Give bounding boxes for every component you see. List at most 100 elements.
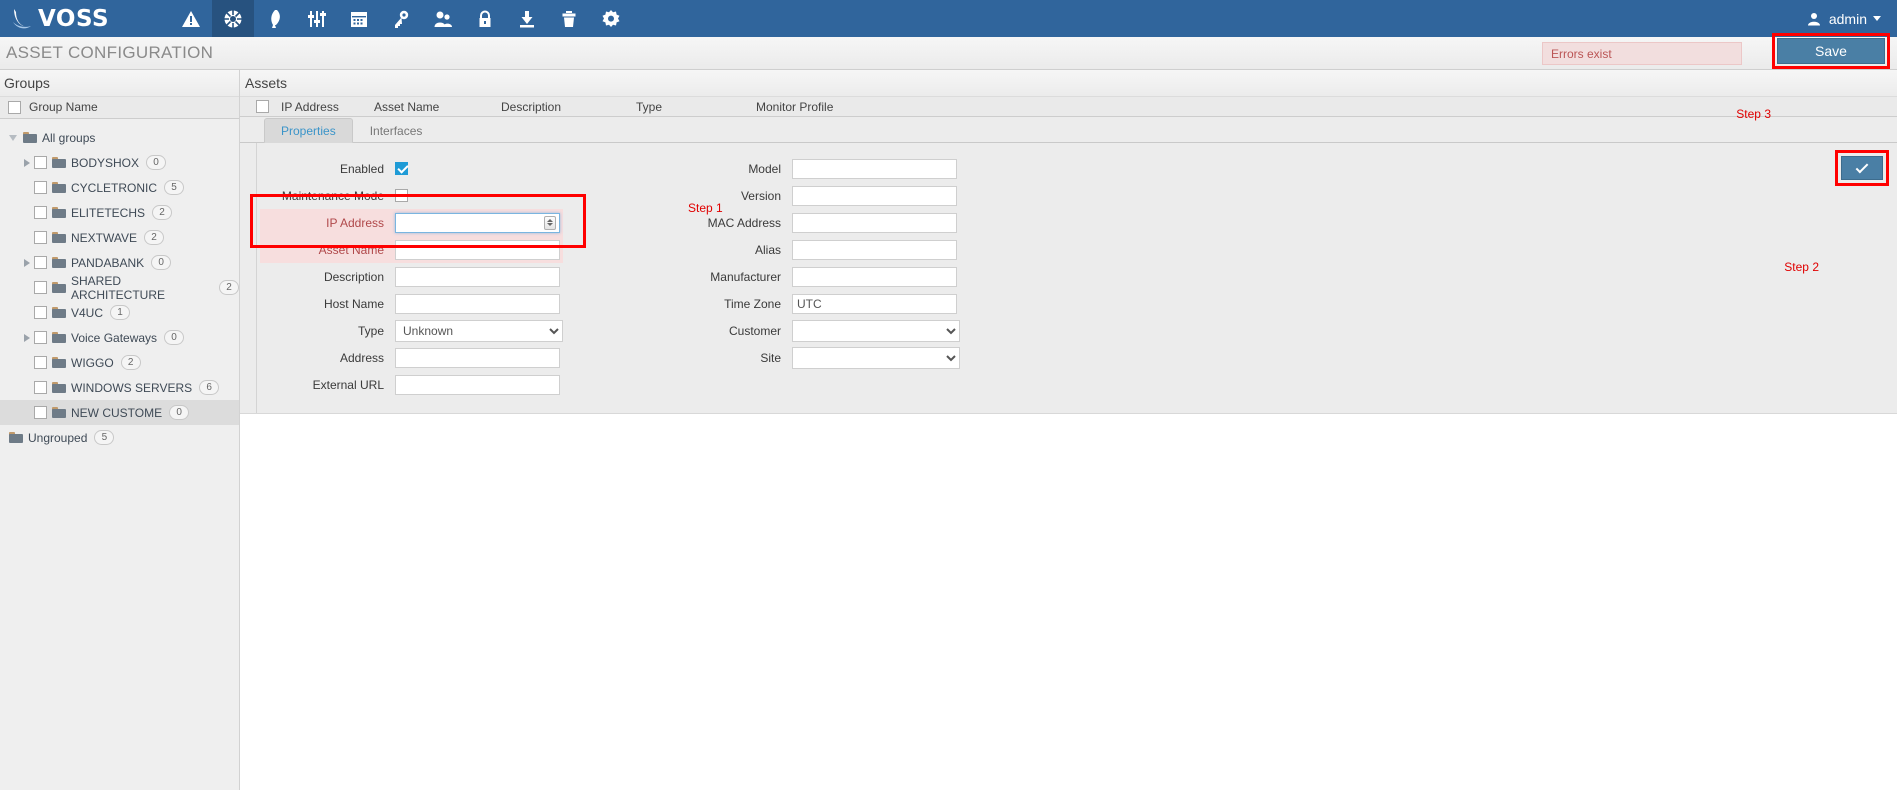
sliders-settings-icon[interactable] bbox=[296, 0, 338, 37]
column-asset-name[interactable]: Asset Name bbox=[374, 100, 501, 114]
group-checkbox[interactable] bbox=[34, 306, 47, 319]
select-all-groups-checkbox[interactable] bbox=[8, 101, 21, 114]
tab-properties[interactable]: Properties bbox=[264, 118, 353, 143]
group-checkbox[interactable] bbox=[34, 406, 47, 419]
group-checkbox[interactable] bbox=[34, 156, 47, 169]
field-label-asset-name: Asset Name bbox=[260, 243, 395, 257]
form-column-right: Model Version MAC Address Alias bbox=[670, 155, 960, 371]
confirm-checkmark-button[interactable] bbox=[1841, 156, 1883, 180]
model-input[interactable] bbox=[792, 159, 957, 179]
field-row-external-url: External URL bbox=[260, 371, 563, 398]
group-count-badge: 1 bbox=[110, 305, 130, 320]
group-count-badge: 2 bbox=[219, 280, 239, 295]
tree-label: Voice Gateways bbox=[71, 331, 157, 345]
folder-icon bbox=[52, 257, 66, 268]
field-row-time-zone: Time Zone bbox=[670, 290, 960, 317]
column-type[interactable]: Type bbox=[636, 100, 756, 114]
sidebar-item-cycletronic[interactable]: CYCLETRONIC 5 bbox=[0, 175, 239, 200]
sidebar-item-v4uc[interactable]: V4UC 1 bbox=[0, 300, 239, 325]
field-label-model: Model bbox=[670, 162, 792, 176]
chevron-right-icon[interactable] bbox=[20, 159, 34, 167]
sidebar-item-nextwave[interactable]: NEXTWAVE 2 bbox=[0, 225, 239, 250]
column-ip-address[interactable]: IP Address bbox=[281, 100, 374, 114]
description-input[interactable] bbox=[395, 267, 560, 287]
user-name-label: admin bbox=[1829, 11, 1867, 27]
field-label-type: Type bbox=[260, 324, 395, 338]
save-button[interactable]: Save bbox=[1777, 38, 1885, 64]
field-label-alias: Alias bbox=[670, 243, 792, 257]
group-name-column-header: Group Name bbox=[0, 96, 239, 119]
address-input[interactable] bbox=[395, 348, 560, 368]
ip-address-spinner-icon[interactable] bbox=[544, 216, 556, 230]
customer-select[interactable] bbox=[792, 320, 960, 342]
field-row-asset-name: Asset Name bbox=[260, 236, 563, 263]
alias-input[interactable] bbox=[792, 240, 957, 260]
tree-label: PANDABANK bbox=[71, 256, 144, 270]
download-icon[interactable] bbox=[506, 0, 548, 37]
folder-icon bbox=[52, 207, 66, 218]
group-checkbox[interactable] bbox=[34, 256, 47, 269]
enabled-checkbox[interactable] bbox=[395, 162, 408, 175]
lock-icon[interactable] bbox=[464, 0, 506, 37]
group-checkbox[interactable] bbox=[34, 231, 47, 244]
group-checkbox[interactable] bbox=[34, 181, 47, 194]
select-all-assets-checkbox[interactable] bbox=[256, 100, 269, 113]
assets-content: Assets IP Address Asset Name Description… bbox=[240, 70, 1897, 790]
chevron-right-icon[interactable] bbox=[20, 334, 34, 342]
trash-icon[interactable] bbox=[548, 0, 590, 37]
field-row-customer: Customer bbox=[670, 317, 960, 344]
sidebar-item-voice-gateways[interactable]: Voice Gateways 0 bbox=[0, 325, 239, 350]
external-url-input[interactable] bbox=[395, 375, 560, 395]
group-checkbox[interactable] bbox=[34, 331, 47, 344]
field-label-description: Description bbox=[260, 270, 395, 284]
user-menu[interactable]: admin bbox=[1807, 0, 1881, 37]
ip-address-input[interactable] bbox=[395, 213, 560, 233]
tree-row-all-groups[interactable]: All groups bbox=[0, 125, 239, 150]
manufacturer-input[interactable] bbox=[792, 267, 957, 287]
group-checkbox[interactable] bbox=[34, 356, 47, 369]
dashboard-globe-icon[interactable] bbox=[212, 0, 254, 37]
alert-warning-icon[interactable] bbox=[170, 0, 212, 37]
assets-empty-area bbox=[240, 414, 1897, 790]
column-monitor-profile[interactable]: Monitor Profile bbox=[756, 100, 833, 114]
field-row-manufacturer: Manufacturer bbox=[670, 263, 960, 290]
asset-name-input[interactable] bbox=[395, 240, 560, 260]
tree-label: CYCLETRONIC bbox=[71, 181, 157, 195]
rocket-launch-icon[interactable] bbox=[254, 0, 296, 37]
host-name-input[interactable] bbox=[395, 294, 560, 314]
maintenance-mode-checkbox[interactable] bbox=[395, 189, 408, 202]
sidebar-item-elitetechs[interactable]: ELITETECHS 2 bbox=[0, 200, 239, 225]
chevron-right-icon[interactable] bbox=[20, 259, 34, 267]
key-icon[interactable] bbox=[380, 0, 422, 37]
group-checkbox[interactable] bbox=[34, 206, 47, 219]
sidebar-item-new-custome[interactable]: NEW CUSTOME 0 bbox=[0, 400, 239, 425]
chevron-down-icon[interactable] bbox=[6, 135, 20, 141]
brand-logo[interactable]: VOSS bbox=[0, 6, 170, 32]
sidebar-item-windows-servers[interactable]: WINDOWS SERVERS 6 bbox=[0, 375, 239, 400]
voss-swoosh-logo bbox=[10, 6, 36, 32]
tab-interfaces[interactable]: Interfaces bbox=[353, 118, 440, 143]
gear-icon[interactable] bbox=[590, 0, 632, 37]
tree-label: NEW CUSTOME bbox=[71, 406, 162, 420]
tree-label: NEXTWAVE bbox=[71, 231, 137, 245]
sidebar-item-bodyshox[interactable]: BODYSHOX 0 bbox=[0, 150, 239, 175]
type-select[interactable]: Unknown bbox=[395, 320, 563, 342]
sidebar-item-pandabank[interactable]: PANDABANK 0 bbox=[0, 250, 239, 275]
folder-icon bbox=[52, 282, 66, 293]
calendar-icon[interactable] bbox=[338, 0, 380, 37]
site-select[interactable] bbox=[792, 347, 960, 369]
field-label-site: Site bbox=[670, 351, 792, 365]
version-input[interactable] bbox=[792, 186, 957, 206]
users-icon[interactable] bbox=[422, 0, 464, 37]
group-checkbox[interactable] bbox=[34, 381, 47, 394]
errors-status-banner: Errors exist bbox=[1542, 42, 1742, 65]
sidebar-item-shared-architecture[interactable]: SHARED ARCHITECTURE 2 bbox=[0, 275, 239, 300]
mac-address-input[interactable] bbox=[792, 213, 957, 233]
field-row-model: Model bbox=[670, 155, 960, 182]
group-checkbox[interactable] bbox=[34, 281, 47, 294]
column-description[interactable]: Description bbox=[501, 100, 636, 114]
sidebar-item-wiggo[interactable]: WIGGO 2 bbox=[0, 350, 239, 375]
sidebar-item-ungrouped[interactable]: Ungrouped 5 bbox=[0, 425, 239, 450]
time-zone-input[interactable] bbox=[792, 294, 957, 314]
tree-label: WINDOWS SERVERS bbox=[71, 381, 192, 395]
